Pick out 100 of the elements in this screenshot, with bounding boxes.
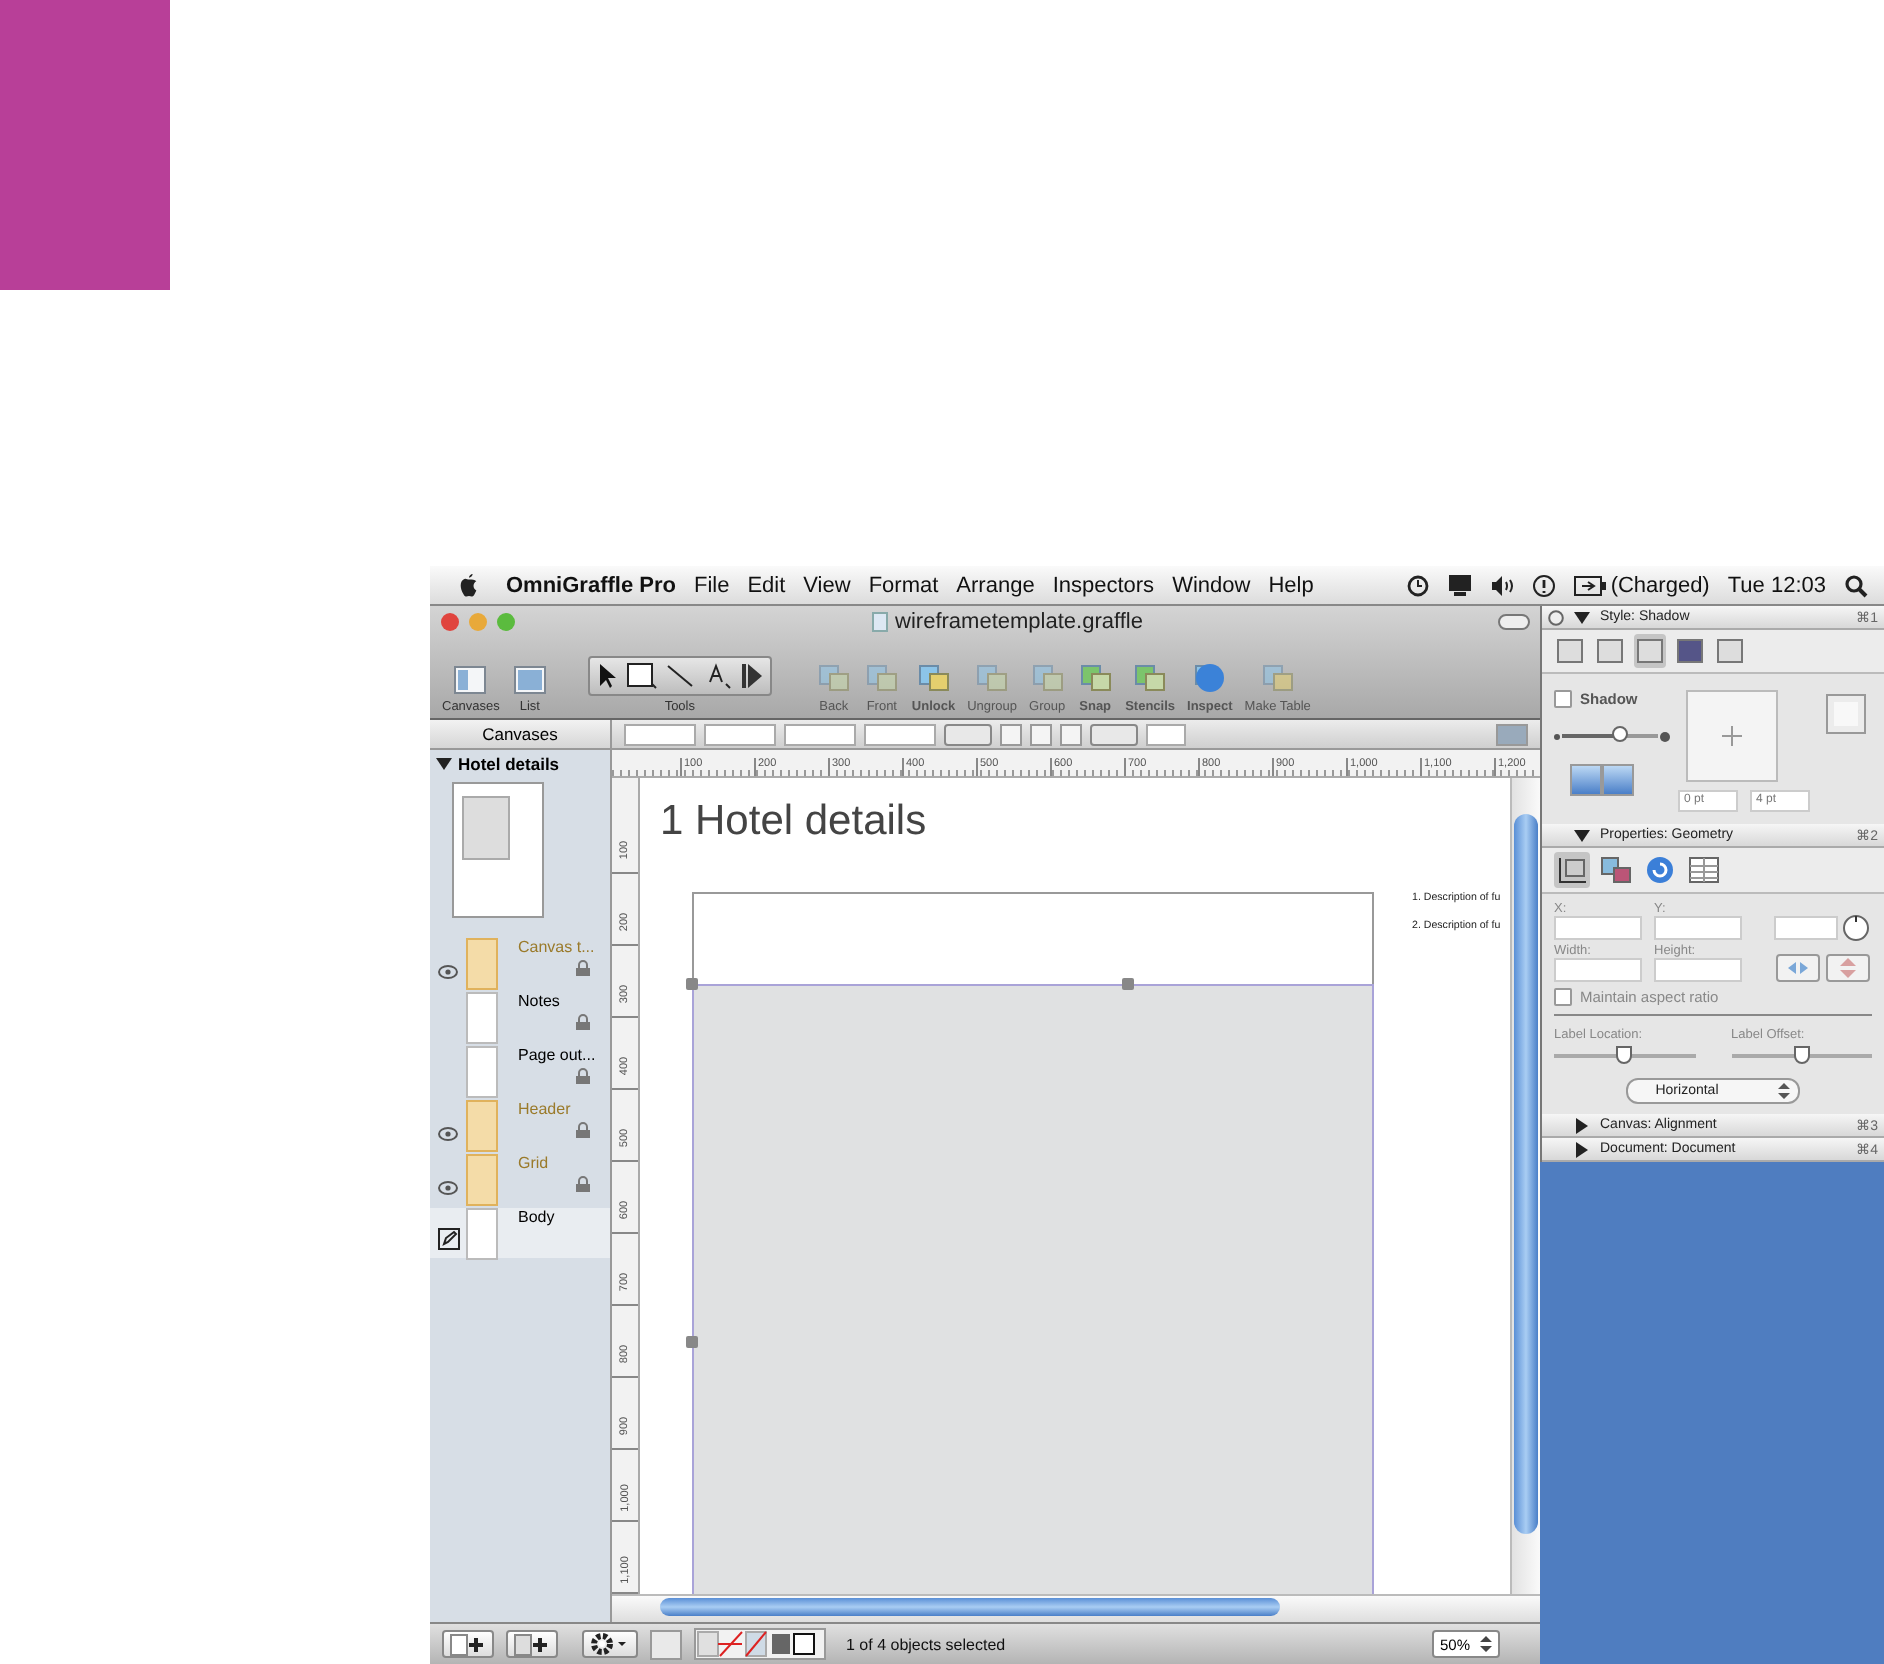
input-field[interactable] xyxy=(1654,957,1742,981)
stroke-color-well[interactable] xyxy=(1090,723,1138,745)
text-tool-icon[interactable] xyxy=(705,662,734,690)
shadow-color-well[interactable] xyxy=(1826,694,1866,734)
flip-horizontal-button[interactable] xyxy=(1776,954,1820,982)
menu-item[interactable]: Format xyxy=(868,573,939,597)
slider-thumb[interactable] xyxy=(1616,1046,1633,1064)
stepper-arrows-icon xyxy=(1480,1634,1492,1654)
shadow-front-button[interactable] xyxy=(1602,764,1634,796)
style-swatch[interactable] xyxy=(650,1629,682,1659)
x-position-field[interactable] xyxy=(624,723,696,745)
rotation-dial-icon[interactable] xyxy=(1842,914,1870,942)
layer-plus-icon xyxy=(514,1633,550,1655)
format-button[interactable] xyxy=(1000,723,1022,745)
selection-handle[interactable] xyxy=(1121,978,1133,990)
format-button[interactable] xyxy=(1030,723,1052,745)
rotate-icon xyxy=(1644,856,1676,884)
layer-thumbnail xyxy=(466,1046,498,1098)
stacked-squares-icon xyxy=(1259,662,1296,694)
fill-color-well[interactable] xyxy=(944,723,992,745)
disclosure-triangle-icon[interactable] xyxy=(1574,609,1590,625)
style-square-icon xyxy=(1556,638,1584,664)
canvas-thumbnail[interactable] xyxy=(452,782,544,918)
pointer-tool-icon[interactable] xyxy=(597,662,618,690)
shape-tool-icon[interactable] xyxy=(625,662,658,690)
shadow-checkbox[interactable] xyxy=(1554,690,1572,708)
menu-item[interactable]: View xyxy=(803,573,851,597)
table-icon xyxy=(1688,856,1720,884)
stroke-width-field[interactable] xyxy=(1146,723,1186,745)
battery-icon[interactable] xyxy=(1574,575,1607,595)
layer-name: Body xyxy=(518,1208,557,1226)
info-icon xyxy=(1191,662,1228,694)
app-menu[interactable]: OmniGraffle Pro xyxy=(506,573,676,597)
battery-status[interactable]: (Charged) xyxy=(1610,573,1710,597)
style-tray-drawing[interactable] xyxy=(694,1628,826,1660)
menu-item[interactable]: Edit xyxy=(747,573,786,597)
search-icon[interactable] xyxy=(1844,573,1868,597)
clock[interactable]: Tue 12:03 xyxy=(1727,573,1826,597)
add-canvas-button[interactable] xyxy=(442,1630,494,1658)
add-layer-button[interactable] xyxy=(506,1630,558,1658)
overlapping-squares-icon xyxy=(1600,856,1632,884)
menu-item[interactable]: Window xyxy=(1172,573,1251,597)
y-position-field[interactable] xyxy=(704,723,776,745)
canvas-item[interactable]: Hotel details xyxy=(430,750,610,778)
flip-vertical-button[interactable] xyxy=(1826,954,1870,982)
shadow-behind-button[interactable] xyxy=(1570,764,1602,796)
layer-name: Grid xyxy=(518,1154,551,1172)
selection-handle[interactable] xyxy=(686,1336,698,1348)
tools-palette[interactable] xyxy=(587,656,772,696)
inspector-tab[interactable] xyxy=(1674,634,1706,668)
style-square-icon xyxy=(1676,638,1704,664)
play-icon[interactable] xyxy=(741,662,762,690)
input-field[interactable] xyxy=(1654,916,1742,940)
toolbar-toggle-button[interactable] xyxy=(1498,614,1530,630)
layer-thumbnail xyxy=(466,1208,498,1260)
time-machine-icon[interactable] xyxy=(1406,573,1431,597)
disclosure-triangle-icon[interactable] xyxy=(1574,1117,1590,1133)
rotation-field[interactable] xyxy=(1774,916,1838,940)
display-icon[interactable] xyxy=(1448,574,1473,596)
close-button[interactable] xyxy=(440,612,460,632)
menu-item[interactable]: File xyxy=(693,573,730,597)
inspector-tab[interactable] xyxy=(1594,634,1626,668)
close-button[interactable] xyxy=(1548,609,1564,625)
horizontal-scrollbar[interactable] xyxy=(612,1594,1540,1622)
selection-handle[interactable] xyxy=(686,978,698,990)
geometry-tab[interactable] xyxy=(1554,852,1590,888)
disclosure-triangle-icon[interactable] xyxy=(1574,1141,1590,1157)
shadow-button[interactable] xyxy=(1496,723,1528,745)
volume-icon[interactable] xyxy=(1490,575,1515,595)
slider-thumb[interactable] xyxy=(1611,726,1628,742)
style-square-icon xyxy=(1596,638,1624,664)
settings-button[interactable] xyxy=(582,1630,638,1658)
inspector-tab[interactable] xyxy=(1554,634,1586,668)
layer-row[interactable]: Notes xyxy=(430,992,610,1042)
ruler-corner-icon xyxy=(1556,856,1588,884)
connection-tab[interactable] xyxy=(1598,852,1634,888)
plus-icon xyxy=(1722,726,1742,746)
input-field[interactable] xyxy=(1554,957,1642,981)
menu-item[interactable]: Inspectors xyxy=(1052,573,1155,597)
menu-item[interactable]: Help xyxy=(1268,573,1314,597)
layer-row[interactable]: Body xyxy=(430,1208,610,1258)
line-tool-icon[interactable] xyxy=(665,662,698,690)
inspector-tab[interactable] xyxy=(1714,634,1746,668)
table-tab[interactable] xyxy=(1686,852,1722,888)
slider-thumb[interactable] xyxy=(1793,1046,1810,1064)
format-button[interactable] xyxy=(1060,723,1082,745)
rotation-tab[interactable] xyxy=(1642,852,1678,888)
width-field[interactable] xyxy=(784,723,856,745)
apple-icon[interactable] xyxy=(458,572,480,598)
layer-row[interactable]: Page out... xyxy=(430,1046,610,1096)
alert-icon[interactable] xyxy=(1532,573,1557,597)
input-field[interactable] xyxy=(1554,916,1642,940)
aspect-ratio-checkbox[interactable] xyxy=(1554,988,1572,1006)
vertical-scrollbar[interactable] xyxy=(1510,778,1540,1594)
style-square-icon xyxy=(1636,638,1664,664)
menu-item[interactable]: Arrange xyxy=(956,573,1035,597)
inspector-tab[interactable] xyxy=(1634,634,1666,668)
disclosure-triangle-icon[interactable] xyxy=(436,756,452,772)
height-field[interactable] xyxy=(864,723,936,745)
disclosure-triangle-icon[interactable] xyxy=(1574,827,1590,843)
